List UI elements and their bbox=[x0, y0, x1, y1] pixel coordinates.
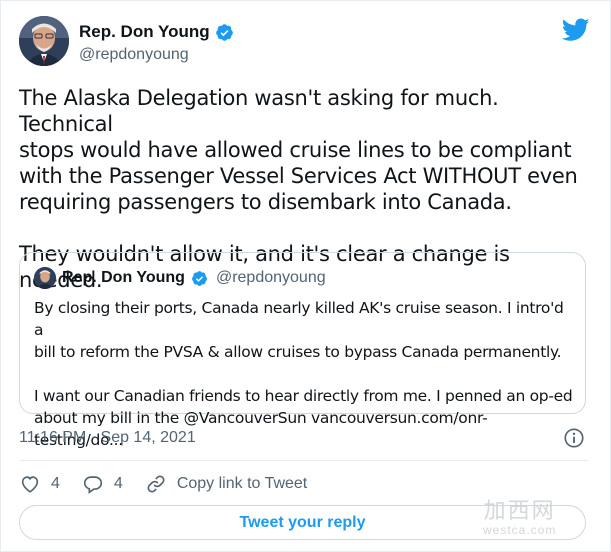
quoted-author-handle: @repdonyoung bbox=[215, 269, 326, 286]
reply-count: 4 bbox=[113, 475, 123, 492]
author-name[interactable]: Rep. Don Young bbox=[79, 22, 210, 42]
tweet-timestamp[interactable]: 11:16 PM · Sep 14, 2021 bbox=[19, 429, 196, 447]
verified-badge-icon bbox=[215, 23, 233, 41]
author-handle[interactable]: @repdonyoung bbox=[79, 46, 234, 64]
quoted-tweet-text: By closing their ports, Canada nearly ki… bbox=[34, 299, 573, 449]
like-button[interactable]: 4 bbox=[19, 473, 60, 495]
author-info: Rep. Don Young @repdonyoung bbox=[79, 22, 234, 64]
link-icon bbox=[147, 475, 165, 493]
quoted-avatar bbox=[34, 267, 56, 289]
tweet-actions: 4 4 Copy link to Tweet bbox=[19, 471, 329, 497]
copy-link-button[interactable]: Copy link to Tweet bbox=[145, 473, 307, 495]
reply-icon bbox=[83, 476, 102, 494]
quoted-tweet-header: Rep. Don Young @repdonyoung bbox=[34, 267, 326, 289]
watermark: 加西网 westca.com bbox=[483, 493, 556, 537]
tweet-card: Rep. Don Young @repdonyoung The Alaska D… bbox=[0, 0, 611, 552]
like-count: 4 bbox=[51, 475, 60, 492]
info-icon[interactable] bbox=[563, 427, 585, 449]
verified-badge-icon bbox=[192, 270, 207, 286]
tweet-header: Rep. Don Young @repdonyoung bbox=[19, 16, 592, 72]
watermark-en: westca.com bbox=[483, 523, 557, 537]
watermark-cn: 加西网 bbox=[483, 499, 556, 524]
reply-button[interactable]: 4 bbox=[82, 473, 123, 495]
divider bbox=[19, 460, 589, 461]
avatar[interactable] bbox=[19, 16, 69, 66]
copy-link-label: Copy link to Tweet bbox=[176, 475, 308, 492]
heart-icon bbox=[21, 476, 39, 493]
quoted-author-name: Rep. Don Young bbox=[62, 269, 185, 286]
twitter-bird-icon[interactable] bbox=[562, 18, 590, 42]
quoted-tweet[interactable]: Rep. Don Young @repdonyoung By closing t… bbox=[19, 252, 586, 449]
